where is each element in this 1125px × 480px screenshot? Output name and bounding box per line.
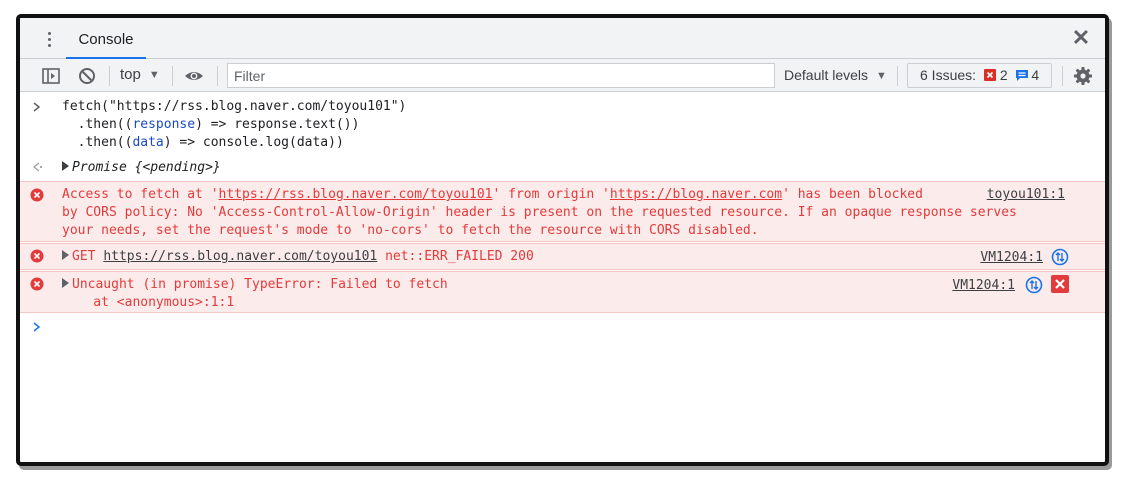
error-badge-icon bbox=[983, 69, 996, 81]
get-method: GET bbox=[72, 249, 96, 264]
promise-label: Promise bbox=[72, 160, 127, 175]
eye-icon[interactable] bbox=[184, 66, 204, 86]
issues-label: 6 Issues: bbox=[920, 67, 977, 83]
network-request-icon[interactable] bbox=[1025, 276, 1043, 294]
cors-error-entry: Access to fetch at 'https://rss.blog.nav… bbox=[20, 181, 1105, 242]
type-error-line-1: Uncaught (in promise) TypeError: Failed … bbox=[72, 277, 448, 292]
clear-console-icon[interactable] bbox=[77, 66, 97, 86]
issues-info-count: 4 bbox=[1031, 67, 1040, 83]
get-url-link[interactable]: https://rss.blog.naver.com/toyou101 bbox=[103, 249, 377, 264]
input-code: fetch("https://rss.blog.naver.com/toyou1… bbox=[62, 98, 406, 152]
kebab-icon[interactable] bbox=[48, 32, 52, 50]
error-icon bbox=[30, 249, 44, 263]
return-arrow-icon bbox=[32, 162, 43, 172]
prompt-chevron-icon bbox=[33, 322, 41, 332]
error-issue-icon[interactable] bbox=[1051, 275, 1069, 293]
gear-icon[interactable] bbox=[1073, 66, 1093, 86]
close-icon[interactable]: ✕ bbox=[1071, 27, 1091, 49]
issues-button[interactable]: 6 Issues: 2 4 bbox=[907, 63, 1052, 88]
type-error-message: Uncaught (in promise) TypeError: Failed … bbox=[62, 276, 448, 312]
promise-state: {<pending>} bbox=[134, 160, 221, 175]
cors-error-source-link[interactable]: toyou101:1 bbox=[987, 186, 1065, 204]
tab-bar: Console ✕ bbox=[20, 18, 1105, 59]
get-error-message: GET https://rss.blog.naver.com/toyou101 … bbox=[62, 248, 534, 266]
error-icon bbox=[30, 277, 44, 291]
toolbar-divider bbox=[172, 66, 173, 86]
chevron-down-icon: ▼ bbox=[876, 70, 887, 82]
cors-error-line-3: your needs, set the request's mode to 'n… bbox=[62, 223, 759, 238]
toolbar-divider bbox=[217, 66, 218, 86]
console-input-entry: fetch("https://rss.blog.naver.com/toyou1… bbox=[20, 98, 1105, 156]
get-status: net::ERR_FAILED 200 bbox=[385, 249, 534, 264]
cors-error-message: Access to fetch at 'https://rss.blog.nav… bbox=[62, 187, 1017, 238]
toolbar-divider bbox=[897, 66, 898, 86]
toolbar-divider bbox=[1062, 66, 1063, 86]
cors-error-line-2: by CORS policy: No 'Access-Control-Allow… bbox=[62, 205, 1017, 220]
promise-result: Promise {<pending>} bbox=[62, 159, 221, 177]
expand-triangle-icon[interactable] bbox=[62, 278, 69, 288]
context-label: top bbox=[120, 66, 141, 83]
result-entry[interactable]: Promise {<pending>} bbox=[20, 157, 1105, 179]
chevron-down-icon: ▼ bbox=[148, 69, 160, 81]
devtools-window: Console ✕ top▼ Default levels▼ 6 Is bbox=[16, 14, 1109, 466]
expand-triangle-icon[interactable] bbox=[62, 161, 69, 171]
sidebar-toggle-icon[interactable] bbox=[41, 66, 61, 86]
type-error-line-2: at <anonymous>:1:1 bbox=[62, 295, 235, 310]
context-selector[interactable]: top ▼ bbox=[120, 65, 160, 85]
network-request-icon[interactable] bbox=[1051, 248, 1069, 266]
input-line-1: fetch("https://rss.blog.naver.com/toyou1… bbox=[62, 99, 407, 114]
console-output: fetch("https://rss.blog.naver.com/toyou1… bbox=[20, 93, 1105, 462]
message-badge-icon bbox=[1015, 70, 1028, 81]
cors-request-url-link[interactable]: https://rss.blog.naver.com/toyou101 bbox=[219, 187, 493, 202]
tab-console[interactable]: Console bbox=[66, 18, 146, 59]
get-error-source-link[interactable]: VM1204:1 bbox=[980, 249, 1043, 267]
input-line-2: .then((response) => response.text()) bbox=[62, 117, 360, 132]
error-icon bbox=[30, 188, 44, 202]
cors-origin-link[interactable]: https://blog.naver.com bbox=[610, 187, 782, 202]
filter-input[interactable] bbox=[227, 63, 775, 88]
levels-label: Default levels bbox=[784, 67, 869, 83]
toolbar-divider bbox=[109, 66, 110, 86]
input-line-3: .then((data) => console.log(data)) bbox=[62, 135, 344, 150]
type-error-entry[interactable]: Uncaught (in promise) TypeError: Failed … bbox=[20, 271, 1105, 313]
console-toolbar: top ▼ Default levels ▼ 6 Issues: 2 bbox=[20, 59, 1105, 92]
log-levels-dropdown[interactable]: Default levels ▼ bbox=[784, 65, 887, 86]
expand-triangle-icon[interactable] bbox=[62, 250, 69, 260]
issues-error-count: 2 bbox=[999, 67, 1008, 83]
chevron-right-icon bbox=[33, 102, 41, 112]
get-error-entry[interactable]: GET https://rss.blog.naver.com/toyou101 … bbox=[20, 243, 1105, 270]
type-error-source-link[interactable]: VM1204:1 bbox=[952, 277, 1015, 295]
console-prompt[interactable] bbox=[20, 317, 1105, 337]
